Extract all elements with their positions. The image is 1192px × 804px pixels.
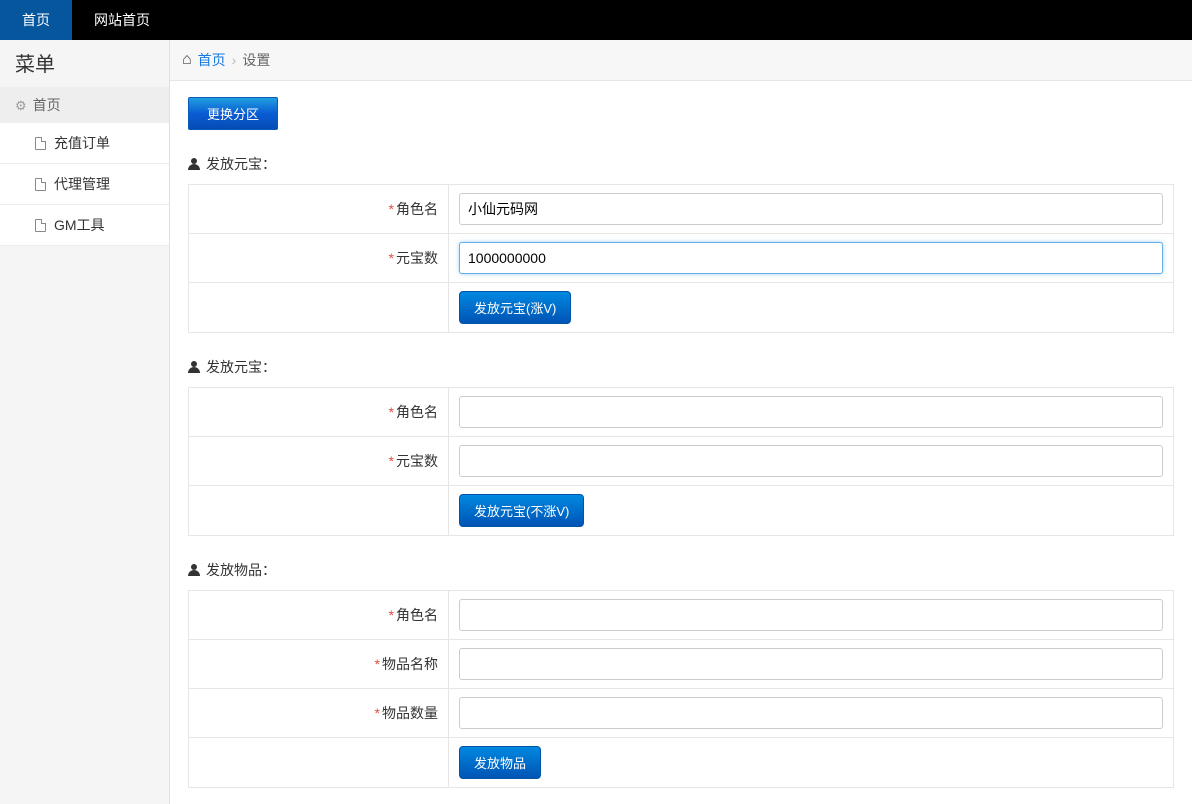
breadcrumb: 首页 › 设置 — [170, 40, 1192, 81]
topbar-tab-home[interactable]: 首页 — [0, 0, 72, 40]
sidebar-item-agent-management[interactable]: 代理管理 — [0, 164, 169, 205]
field-label: 角色名 — [396, 607, 438, 623]
field-label: 角色名 — [396, 404, 438, 420]
field-label: 角色名 — [396, 201, 438, 217]
sidebar-item-label: GM工具 — [54, 215, 105, 235]
sidebar-item-recharge-orders[interactable]: 充值订单 — [0, 123, 169, 164]
user-icon — [188, 361, 200, 373]
issue-yuanbao-novip-button[interactable]: 发放元宝(不涨V) — [459, 494, 584, 527]
field-label: 元宝数 — [396, 453, 438, 469]
sidebar-item-gm-tools[interactable]: GM工具 — [0, 205, 169, 246]
item-qty-input[interactable] — [459, 697, 1163, 729]
sidebar-group-home[interactable]: 首页 — [0, 87, 169, 123]
section-issue-yuanbao-novip: 发放元宝： *角色名 *元宝数 发放元宝(不涨V) — [188, 357, 1174, 536]
section-title: 发放元宝： — [188, 154, 1174, 174]
main-content: 首页 › 设置 更换分区 发放元宝： *角色名 *元宝数 — [170, 40, 1192, 804]
role-name-input[interactable] — [459, 193, 1163, 225]
field-label: 元宝数 — [396, 250, 438, 266]
role-name-input[interactable] — [459, 599, 1163, 631]
section-title: 发放物品： — [188, 560, 1174, 580]
issue-item-button[interactable]: 发放物品 — [459, 746, 541, 779]
file-icon — [35, 219, 46, 232]
section-issue-items: 发放物品： *角色名 *物品名称 *物品数量 — [188, 560, 1174, 788]
topbar-tab-site-home[interactable]: 网站首页 — [72, 0, 172, 40]
yuanbao-amount-input[interactable] — [459, 445, 1163, 477]
sidebar-title: 菜单 — [0, 40, 169, 87]
sidebar-item-label: 充值订单 — [54, 133, 110, 153]
form-table: *角色名 *元宝数 发放元宝(涨V) — [188, 184, 1174, 333]
section-title: 发放元宝： — [188, 357, 1174, 377]
issue-yuanbao-vip-button[interactable]: 发放元宝(涨V) — [459, 291, 571, 324]
user-icon — [188, 158, 200, 170]
home-icon — [182, 51, 192, 69]
breadcrumb-current: 设置 — [242, 50, 270, 70]
file-icon — [35, 178, 46, 191]
item-name-input[interactable] — [459, 648, 1163, 680]
topbar: 首页 网站首页 — [0, 0, 1192, 40]
role-name-input[interactable] — [459, 396, 1163, 428]
sidebar-group-label: 首页 — [33, 95, 61, 115]
user-icon — [188, 564, 200, 576]
field-label: 物品名称 — [382, 656, 438, 672]
field-label: 物品数量 — [382, 705, 438, 721]
breadcrumb-separator: › — [232, 52, 237, 68]
breadcrumb-home-link[interactable]: 首页 — [198, 50, 226, 70]
form-table: *角色名 *元宝数 发放元宝(不涨V) — [188, 387, 1174, 536]
section-issue-yuanbao-vip: 发放元宝： *角色名 *元宝数 发放元宝(涨V) — [188, 154, 1174, 333]
sidebar: 菜单 首页 充值订单 代理管理 GM工具 — [0, 40, 170, 804]
form-table: *角色名 *物品名称 *物品数量 发放物品 — [188, 590, 1174, 788]
sidebar-item-label: 代理管理 — [54, 174, 110, 194]
yuanbao-amount-input[interactable] — [459, 242, 1163, 274]
switch-zone-button[interactable]: 更换分区 — [188, 97, 278, 130]
file-icon — [35, 137, 46, 150]
gear-icon — [15, 97, 27, 114]
